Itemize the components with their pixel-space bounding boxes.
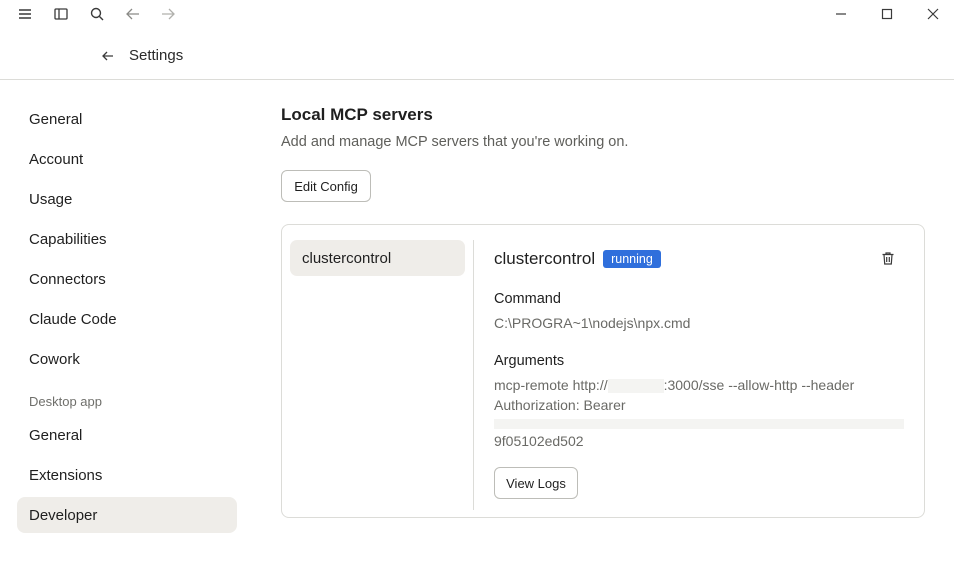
sidebar-toggle-icon[interactable] [49, 2, 73, 26]
command-value: C:\PROGRA~1\nodejs\npx.cmd [494, 315, 691, 331]
back-arrow-icon[interactable] [121, 2, 145, 26]
server-list-item[interactable]: clustercontrol [290, 240, 465, 276]
redacted-host [607, 379, 664, 394]
panel-divider [473, 240, 474, 510]
trash-icon[interactable] [877, 247, 899, 269]
sidebar-section-desktop-app: Desktop app [29, 393, 102, 409]
status-badge: running [603, 250, 661, 268]
page-title: Settings [129, 47, 184, 64]
main-content: Local MCP servers Add and manage MCP ser… [281, 105, 925, 202]
sidebar-item-developer[interactable]: Developer [17, 497, 237, 533]
server-details-header: clustercontrol running [494, 247, 909, 271]
minimize-icon[interactable] [829, 2, 853, 26]
edit-config-button[interactable]: Edit Config [281, 170, 371, 202]
sidebar-item-usage[interactable]: Usage [17, 181, 237, 217]
close-icon[interactable] [921, 2, 945, 26]
section-description: Add and manage MCP servers that you're w… [281, 134, 629, 150]
arguments-line-2: Authorization: Bearer [494, 397, 626, 413]
arguments-value: mcp-remote http:// :3000/sse --allow-http… [494, 375, 909, 451]
arguments-line-1-start: mcp-remote http:// [494, 377, 608, 393]
mcp-servers-panel: clustercontrol clustercontrol running Co… [281, 224, 925, 518]
sidebar-item-general[interactable]: General [17, 101, 237, 137]
redacted-token [494, 419, 904, 429]
maximize-icon[interactable] [875, 2, 899, 26]
arguments-label: Arguments [494, 353, 565, 369]
sidebar-item-desktop-general[interactable]: General [17, 417, 237, 453]
sidebar-item-extensions[interactable]: Extensions [17, 457, 237, 493]
menu-icon[interactable] [13, 2, 37, 26]
arguments-line-4: 9f05102ed502 [494, 433, 584, 449]
search-icon[interactable] [85, 2, 109, 26]
server-name: clustercontrol [494, 249, 596, 268]
forward-arrow-icon[interactable] [156, 2, 180, 26]
title-bar [0, 0, 954, 30]
back-arrow-icon[interactable] [98, 46, 118, 66]
sidebar-item-claude-code[interactable]: Claude Code [17, 301, 237, 337]
sidebar-item-connectors[interactable]: Connectors [17, 261, 237, 297]
server-list: clustercontrol [290, 240, 465, 276]
settings-header: Settings [0, 30, 954, 80]
settings-sidebar: General Account Usage Capabilities Conne… [17, 101, 237, 537]
arguments-line-1-end: :3000/sse --allow-http --header [663, 377, 855, 393]
sidebar-item-cowork[interactable]: Cowork [17, 341, 237, 377]
sidebar-item-account[interactable]: Account [17, 141, 237, 177]
command-label: Command [494, 291, 561, 307]
view-logs-button[interactable]: View Logs [494, 467, 578, 499]
sidebar-item-capabilities[interactable]: Capabilities [17, 221, 237, 257]
server-details: clustercontrol running Command C:\PROGRA… [494, 247, 909, 499]
section-title: Local MCP servers [281, 105, 433, 124]
